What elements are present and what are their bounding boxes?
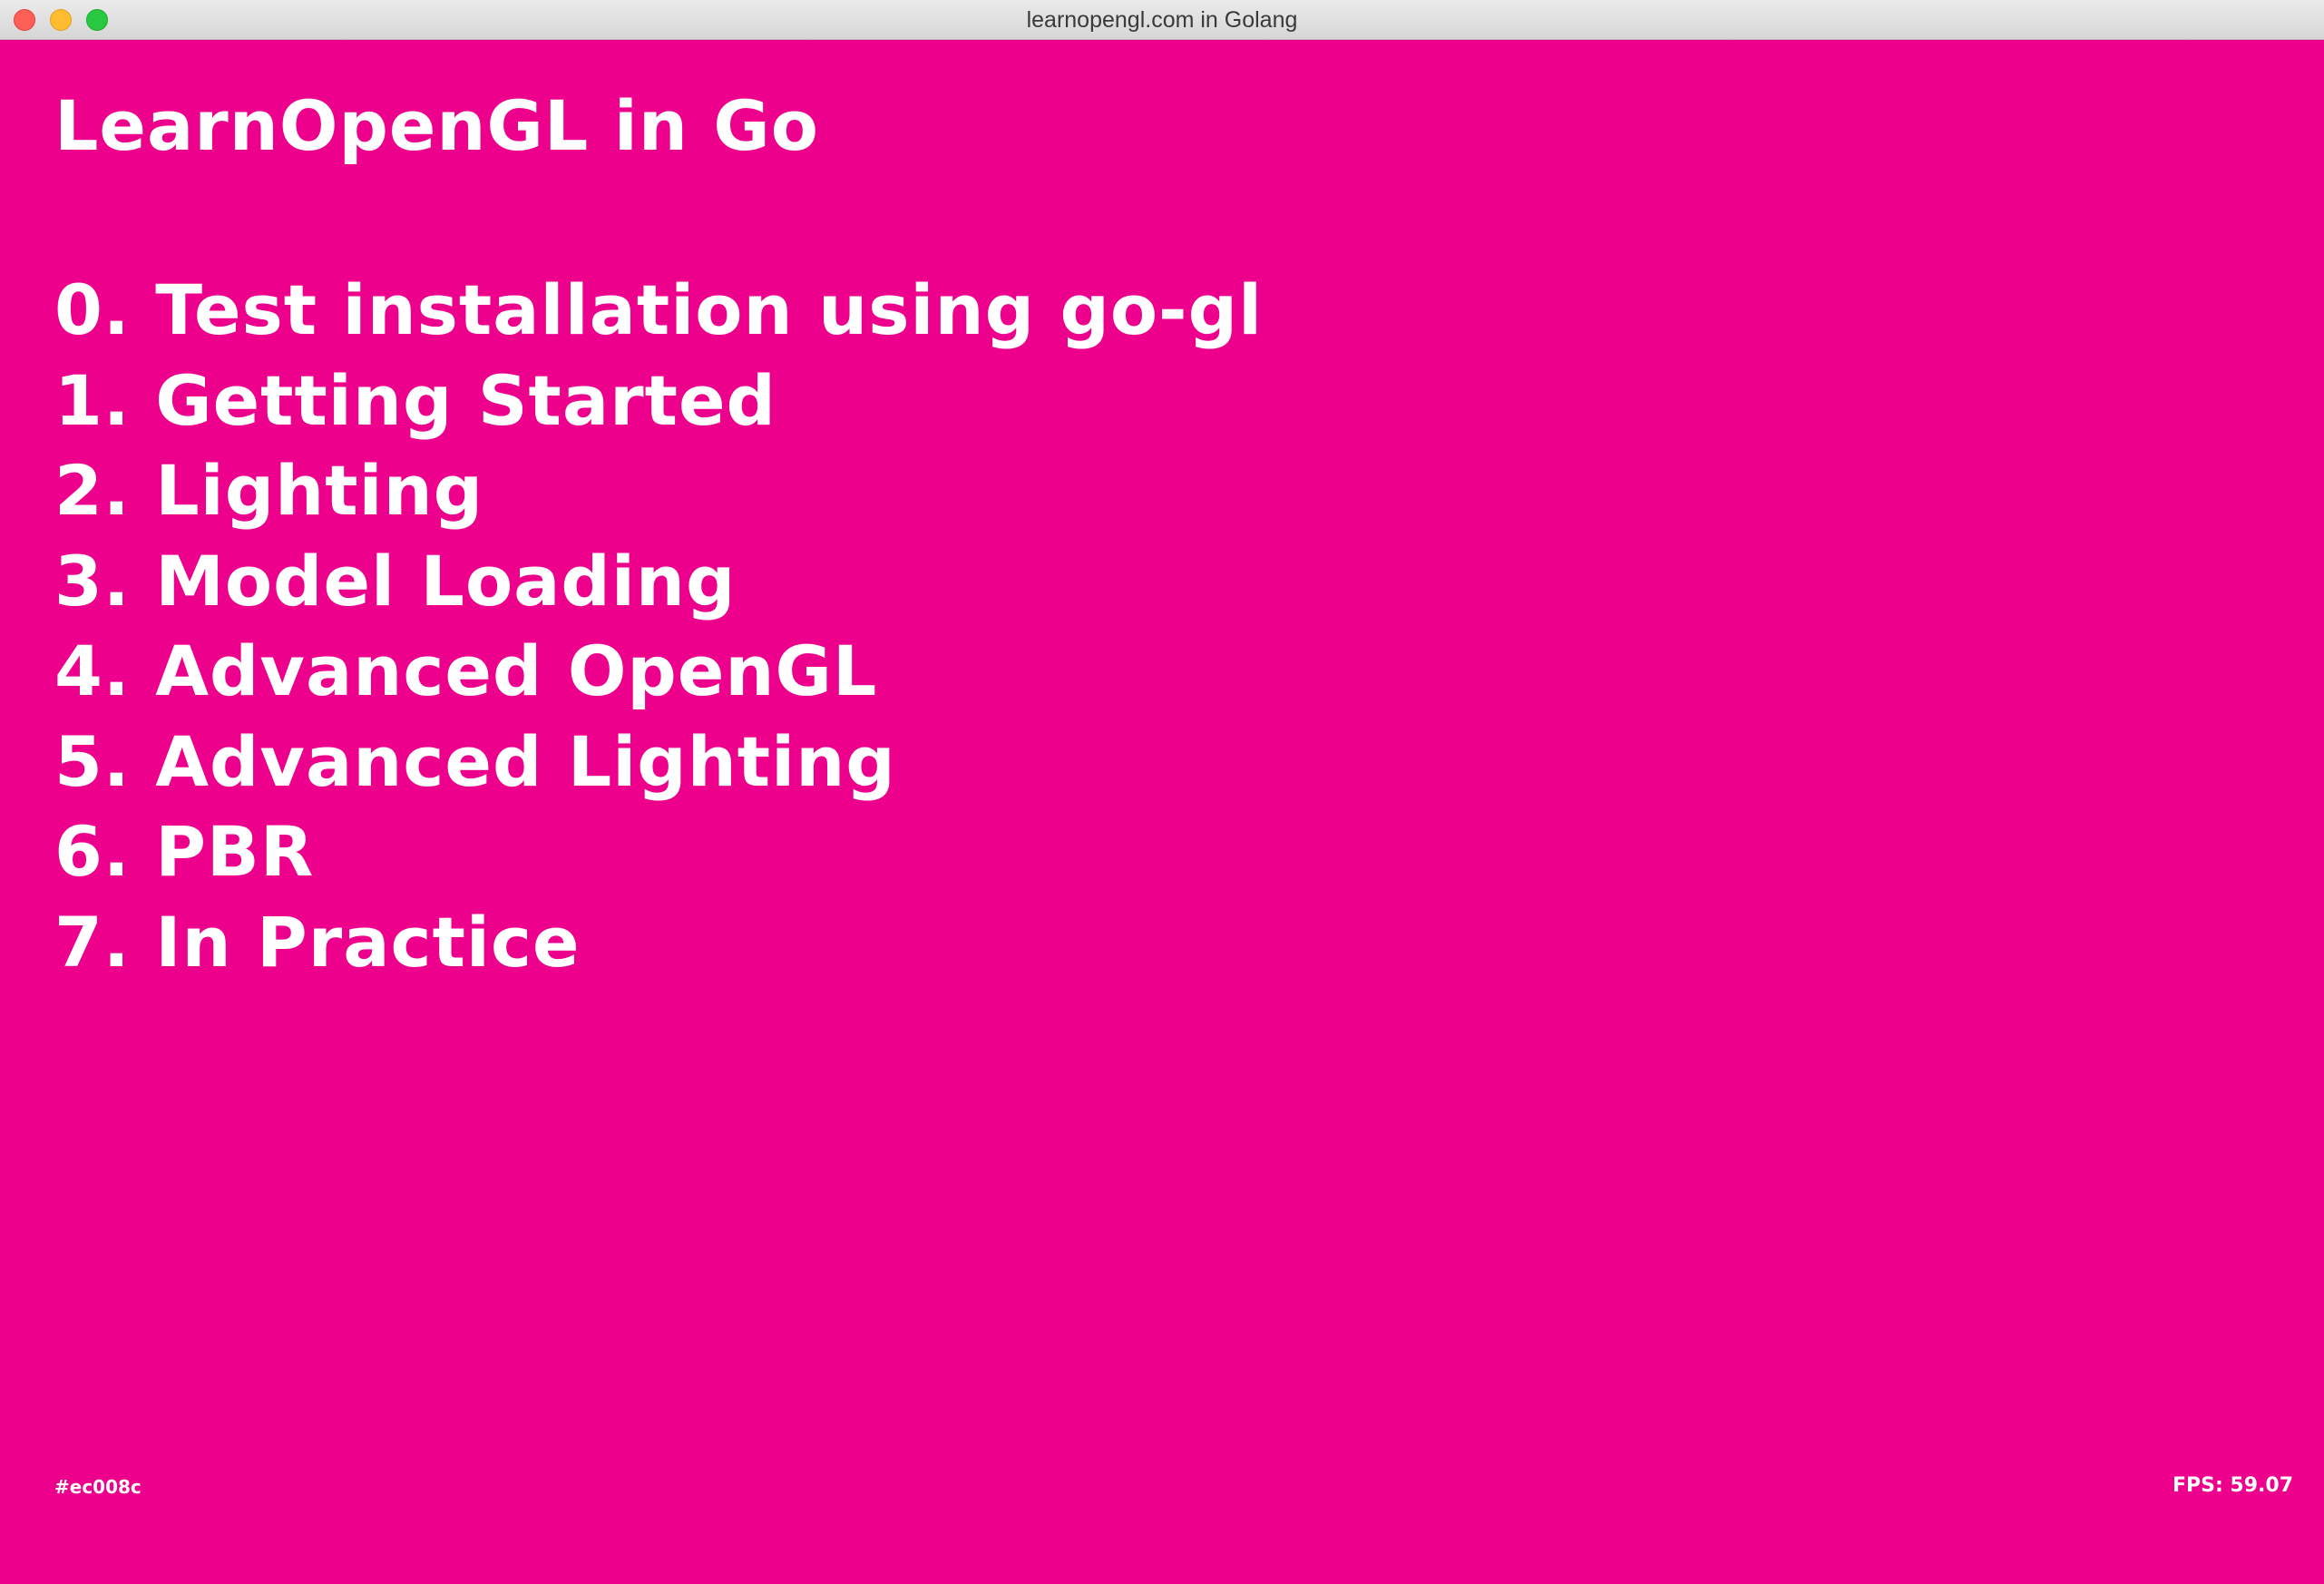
fps-counter: FPS: 59.07 [2172, 1474, 2293, 1497]
menu-item-getting-started[interactable]: 1. Getting Started [54, 356, 1263, 446]
menu-item-test-installation[interactable]: 0. Test installation using go-gl [54, 265, 1263, 356]
window-title: learnopengl.com in Golang [1026, 7, 1298, 33]
menu-item-lighting[interactable]: 2. Lighting [54, 445, 1263, 536]
menu-item-in-practice[interactable]: 7. In Practice [54, 897, 1263, 988]
chapter-menu: 0. Test installation using go-gl 1. Gett… [54, 265, 1263, 987]
menu-item-advanced-lighting[interactable]: 5. Advanced Lighting [54, 717, 1263, 807]
menu-item-advanced-opengl[interactable]: 4. Advanced OpenGL [54, 626, 1263, 717]
menu-item-pbr[interactable]: 6. PBR [54, 807, 1263, 897]
page-title: LearnOpenGL in Go [54, 85, 819, 166]
background-color-readout: #ec008c [54, 1476, 142, 1498]
menu-item-model-loading[interactable]: 3. Model Loading [54, 536, 1263, 627]
window-titlebar[interactable]: learnopengl.com in Golang [0, 0, 2324, 40]
app-window: learnopengl.com in Golang LearnOpenGL in… [0, 0, 2324, 1584]
